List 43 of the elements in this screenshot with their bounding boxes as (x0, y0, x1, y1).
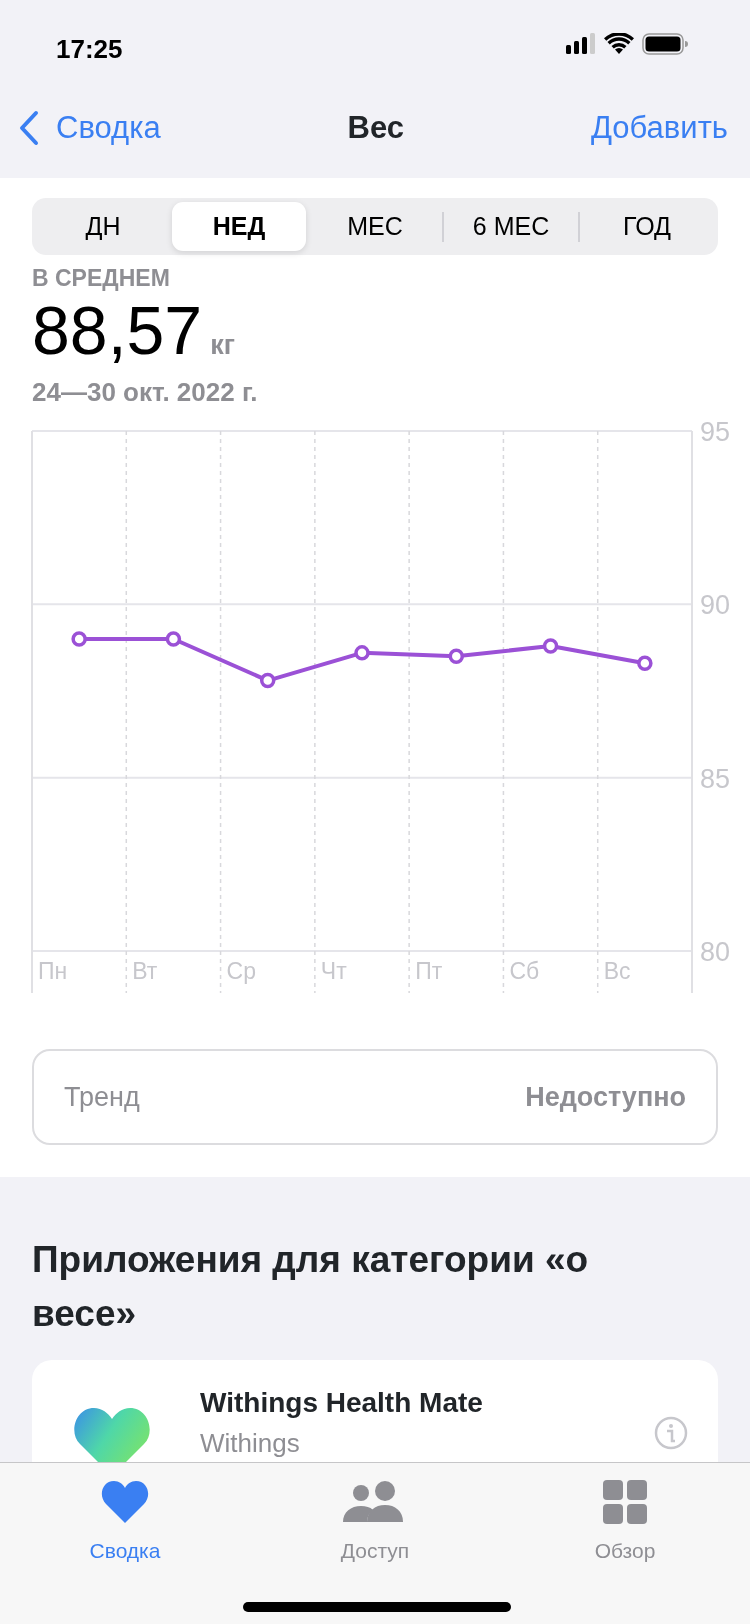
status-time: 17:25 (56, 33, 123, 66)
y-tick-label: 90 (700, 590, 731, 621)
signal-icon (566, 33, 596, 55)
trend-label: Тренд (64, 1080, 140, 1114)
y-tick-label: 80 (700, 937, 731, 967)
x-tick-label: Вт (132, 958, 158, 984)
info-icon[interactable] (654, 1416, 688, 1451)
period-tab[interactable]: ГОД (580, 202, 714, 251)
page-title: Вес (347, 108, 405, 147)
data-point (448, 648, 465, 665)
data-point (542, 638, 559, 654)
period-tab[interactable]: ДН (36, 202, 170, 251)
data-point (259, 672, 276, 689)
x-tick-label: Сб (509, 958, 540, 984)
data-point (354, 645, 370, 661)
x-tick-label: Вс (603, 958, 631, 984)
average-label: В СРЕДНЕМ (32, 264, 171, 293)
x-tick-label: Чт (320, 958, 347, 984)
heart-icon (101, 1480, 149, 1524)
y-tick-label: 95 (700, 418, 731, 447)
x-tick-label: Пт (415, 958, 443, 984)
wifi-icon (604, 33, 634, 55)
date-range: 24—30 окт. 2022 г. (32, 376, 259, 409)
battery-icon (642, 33, 688, 55)
app-card[interactable]: Withings Health Mate Withings (32, 1360, 718, 1462)
back-chevron-icon (18, 110, 40, 146)
data-point (71, 631, 87, 647)
data-point (637, 655, 653, 671)
y-tick-label: 85 (700, 763, 731, 794)
tab-bar-item[interactable]: Сводка (0, 1463, 250, 1624)
average-value: 88,57 (32, 295, 203, 364)
period-tab[interactable]: МЕС (308, 202, 442, 251)
x-tick-label: Пн (38, 958, 68, 984)
x-tick-label: Ср (226, 958, 256, 984)
section-heading: Приложения для категории «о весе» (32, 1238, 590, 1336)
trend-value: Недоступно (525, 1080, 686, 1114)
period-tab[interactable]: 6 МЕС (444, 202, 578, 251)
data-point (165, 631, 182, 647)
period-tab[interactable]: НЕД (172, 202, 306, 251)
app-name: Withings Health Mate (200, 1386, 484, 1421)
grid-icon (603, 1480, 647, 1524)
unit-label: кг (210, 328, 235, 362)
app-developer: Withings (200, 1427, 301, 1461)
